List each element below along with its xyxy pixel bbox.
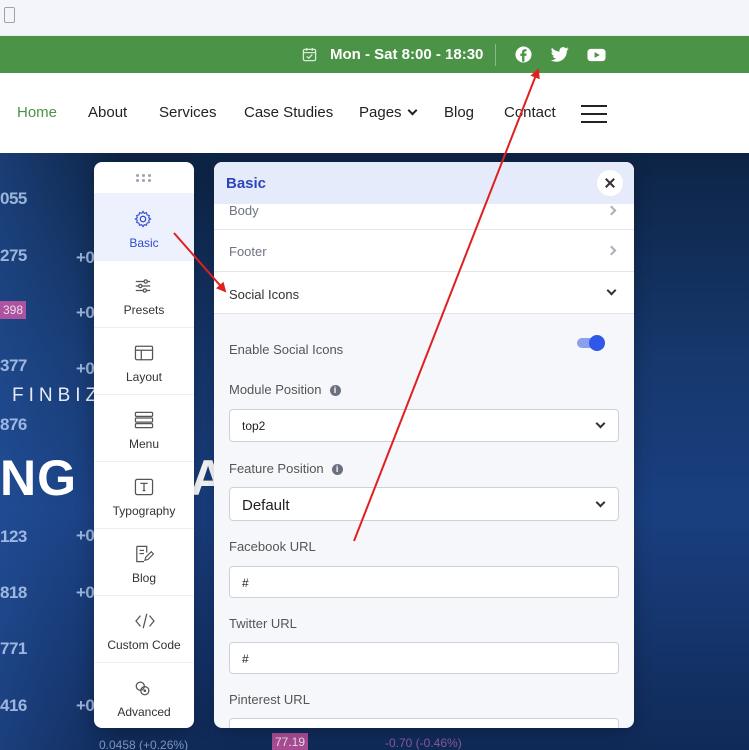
menu-item-presets[interactable]: Presets [94, 260, 194, 327]
layout-icon [134, 345, 154, 361]
menu-item-label: Layout [125, 370, 163, 384]
ticker-number: 123 [0, 527, 27, 546]
chevron-down-icon [606, 285, 617, 296]
nav-pages-label: Pages [359, 104, 402, 121]
close-icon[interactable] [597, 170, 623, 196]
pinterest-url-label: Pinterest URL [229, 692, 310, 707]
menu-item-label: Advanced [117, 705, 171, 719]
ticker-tag: 77.19 [272, 733, 309, 750]
youtube-icon[interactable] [587, 36, 606, 73]
panel-header: Basic [214, 162, 634, 204]
chevron-down-icon [595, 497, 606, 508]
hero-headline: NG [0, 450, 77, 506]
section-body[interactable]: Body [214, 203, 634, 230]
menu-item-blog[interactable]: Blog [94, 528, 194, 595]
section-label: Footer [229, 244, 267, 259]
hero-tagline: FINBIZ [12, 385, 103, 406]
menu-icon [134, 411, 154, 429]
feature-position-value: Default [242, 497, 290, 514]
nav-contact[interactable]: Contact [504, 104, 556, 121]
menu-item-label: Basic [129, 236, 159, 250]
sliders-icon [135, 279, 151, 293]
menu-item-advanced[interactable]: Advanced [94, 662, 194, 728]
drag-handle-icon[interactable] [136, 174, 152, 184]
facebook-url-label: Facebook URL [229, 539, 316, 554]
section-social-icons[interactable]: Social Icons [214, 272, 634, 314]
ticker-tag: 0.0458 (+0.26%) [99, 738, 189, 750]
twitter-url-value: # [242, 652, 249, 666]
menu-item-label: Blog [131, 571, 157, 585]
menu-item-label: Presets [123, 303, 165, 317]
nav-home[interactable]: Home [17, 104, 57, 121]
chevron-right-icon [606, 245, 617, 256]
panel-title: Basic [226, 175, 267, 192]
ticker-number: 377 [0, 356, 27, 375]
twitter-url-label: Twitter URL [229, 616, 297, 631]
top-bar: Mon - Sat 8:00 - 18:30 [0, 36, 749, 73]
pinterest-url-input[interactable] [229, 718, 619, 728]
menu-item-basic[interactable]: Basic [94, 193, 194, 260]
info-icon[interactable]: i [331, 464, 343, 475]
menu-item-label: Custom Code [107, 638, 181, 652]
nav-about[interactable]: About [88, 104, 127, 121]
nav-services[interactable]: Services [159, 104, 217, 121]
typography-icon [134, 478, 154, 496]
nav-blog[interactable]: Blog [444, 104, 474, 121]
chevron-down-icon [407, 105, 417, 116]
facebook-icon[interactable] [515, 36, 532, 73]
feature-position-label: Feature Position i [229, 461, 343, 476]
twitter-url-input[interactable]: # [229, 642, 619, 674]
menu-item-label: Typography [112, 504, 176, 518]
gear-icon [134, 210, 152, 228]
section-label: Social Icons [229, 287, 300, 302]
main-navbar: Home About Services Case Studies Pages B… [0, 73, 749, 153]
nav-case-studies[interactable]: Case Studies [244, 104, 333, 121]
enable-social-icons-label: Enable Social Icons [229, 342, 344, 357]
nav-pages[interactable]: Pages [359, 104, 417, 121]
hamburger-menu-icon[interactable] [581, 105, 607, 123]
calendar-check-icon [302, 47, 317, 62]
info-icon[interactable]: i [329, 385, 341, 396]
module-position-select[interactable]: top2 [229, 409, 619, 442]
menu-item-menu[interactable]: Menu [94, 394, 194, 461]
chevron-down-icon [595, 418, 606, 429]
module-position-value: top2 [242, 419, 266, 433]
twitter-icon[interactable] [551, 36, 569, 73]
settings-panel: Basic Body Footer Social Icons Enable So… [214, 162, 634, 728]
customizer-side-menu: Basic Presets Layout Menu Typography Blo… [94, 162, 194, 728]
facebook-url-value: # [242, 576, 249, 590]
menu-item-label: Menu [128, 437, 160, 451]
ticker-tag: 398 [0, 301, 27, 319]
ticker-number: 275 [0, 246, 27, 265]
feature-position-select[interactable]: Default [229, 487, 619, 521]
business-hours: Mon - Sat 8:00 - 18:30 [302, 36, 483, 73]
ticker-number: 771 [0, 639, 27, 658]
browser-toolbar [0, 0, 749, 36]
menu-item-layout[interactable]: Layout [94, 327, 194, 394]
ticker-number: 876 [0, 415, 27, 434]
code-icon [135, 613, 155, 629]
menu-item-typography[interactable]: Typography [94, 461, 194, 528]
advanced-icon [135, 681, 150, 696]
chevron-right-icon [606, 205, 617, 216]
section-label: Body [229, 203, 259, 218]
facebook-url-input[interactable]: # [229, 566, 619, 598]
module-position-label: Module Position i [229, 382, 341, 397]
section-footer[interactable]: Footer [214, 230, 634, 272]
ticker-number: 055 [0, 189, 27, 208]
ticker-number: 818 [0, 583, 27, 602]
blog-icon [136, 545, 154, 563]
topbar-divider [495, 44, 496, 66]
menu-item-custom-code[interactable]: Custom Code [94, 595, 194, 662]
hours-text: Mon - Sat 8:00 - 18:30 [330, 46, 484, 63]
ticker-tag: -0.70 (-0.46%) [385, 736, 462, 750]
ticker-number: 416 [0, 696, 27, 715]
enable-social-icons-toggle[interactable] [577, 335, 605, 351]
mobile-device-icon[interactable] [4, 7, 15, 23]
